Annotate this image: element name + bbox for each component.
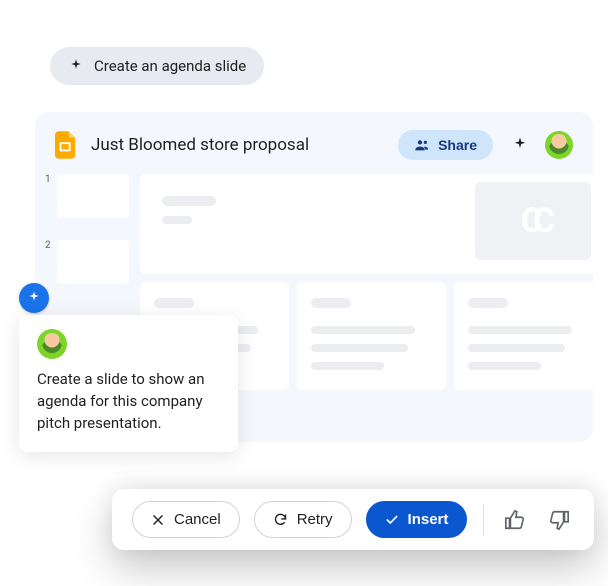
- slide-thumbnail[interactable]: 2: [45, 240, 129, 284]
- placeholder-line: [311, 298, 351, 308]
- app-header: Just Bloomed store proposal Share: [35, 112, 593, 174]
- share-button[interactable]: Share: [398, 130, 493, 160]
- insert-button[interactable]: Insert: [366, 501, 468, 538]
- image-placeholder: CC: [475, 182, 591, 260]
- slide-thumbnails: 1 2: [45, 174, 129, 284]
- content-card: [454, 282, 603, 390]
- prompt-text: Create a slide to show an agenda for thi…: [37, 369, 220, 434]
- placeholder-line: [311, 326, 415, 334]
- cc-icon: CC: [521, 201, 546, 241]
- placeholder-line: [468, 344, 565, 352]
- content-card: [297, 282, 446, 390]
- thumbs-up-icon: [504, 509, 526, 531]
- slide-number: 1: [45, 174, 51, 185]
- close-icon: [151, 513, 165, 527]
- divider: [483, 505, 484, 535]
- avatar[interactable]: [545, 131, 573, 159]
- document-title[interactable]: Just Bloomed store proposal: [91, 135, 388, 155]
- placeholder-line: [468, 362, 541, 370]
- slide-thumb-box: [57, 174, 129, 218]
- cancel-button[interactable]: Cancel: [132, 501, 240, 538]
- placeholder-line: [162, 196, 216, 206]
- retry-icon: [273, 512, 288, 527]
- spark-icon: [68, 58, 84, 74]
- google-slides-icon: [55, 131, 77, 159]
- placeholder-line: [162, 216, 192, 224]
- spark-icon: [26, 290, 42, 306]
- placeholder-line: [154, 298, 194, 308]
- prompt-callout: Create a slide to show an agenda for thi…: [19, 315, 238, 452]
- retry-button[interactable]: Retry: [254, 501, 352, 538]
- thumbs-up-button[interactable]: [500, 505, 530, 535]
- retry-label: Retry: [297, 511, 333, 528]
- slide-canvas[interactable]: CC: [140, 174, 603, 274]
- ai-spark-badge[interactable]: [19, 283, 49, 313]
- placeholder-line: [468, 298, 508, 308]
- placeholder-line: [311, 362, 384, 370]
- slide-number: 2: [45, 240, 51, 251]
- generation-action-bar: Cancel Retry Insert: [112, 489, 594, 550]
- slide-thumb-box: [57, 240, 129, 284]
- prompt-chip[interactable]: Create an agenda slide: [50, 47, 264, 85]
- share-button-label: Share: [438, 137, 477, 153]
- avatar: [37, 329, 67, 359]
- thumbs-down-button[interactable]: [544, 505, 574, 535]
- spark-icon[interactable]: [511, 136, 529, 154]
- check-icon: [385, 513, 399, 527]
- people-icon: [414, 137, 430, 153]
- placeholder-line: [468, 326, 572, 334]
- prompt-chip-label: Create an agenda slide: [94, 57, 246, 75]
- slide-thumbnail[interactable]: 1: [45, 174, 129, 218]
- insert-label: Insert: [408, 511, 449, 528]
- cancel-label: Cancel: [174, 511, 221, 528]
- thumbs-down-icon: [548, 509, 570, 531]
- placeholder-line: [311, 344, 408, 352]
